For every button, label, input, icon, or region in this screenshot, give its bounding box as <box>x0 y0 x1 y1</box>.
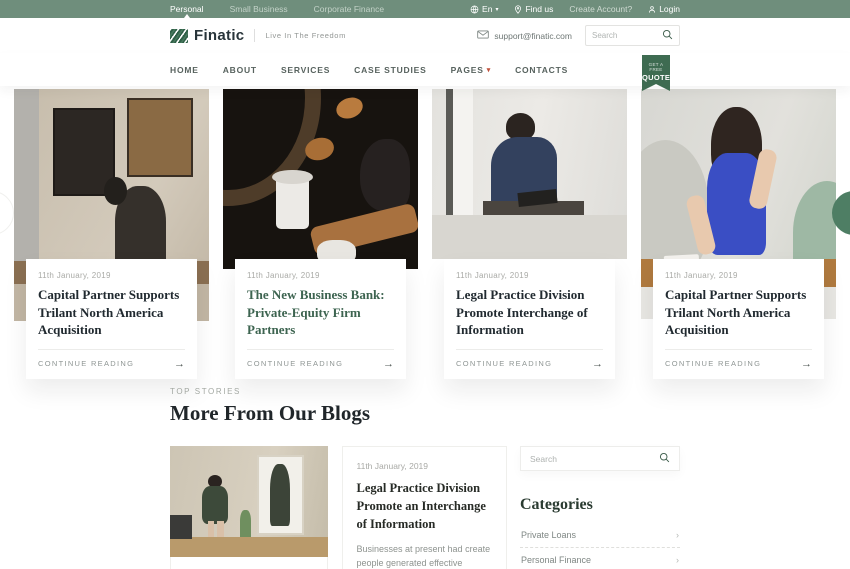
create-account-link[interactable]: Create Account? <box>569 4 632 14</box>
continue-reading-label: CONTINUE READING <box>247 359 344 369</box>
card-image-floating-coffee <box>223 89 418 269</box>
arrow-right-icon: → <box>383 357 394 370</box>
map-pin-icon <box>514 4 522 14</box>
carousel-card[interactable]: 11th January, 2019 Capital Partner Suppo… <box>14 89 209 379</box>
nav-about[interactable]: ABOUT <box>223 65 257 75</box>
category-label: Private Loans <box>521 530 577 540</box>
topbar: Personal Small Business Corporate Financ… <box>0 0 850 18</box>
section-heading: More From Our Blogs <box>170 401 371 425</box>
continue-reading-link[interactable]: CONTINUE READING → <box>456 348 603 379</box>
topbar-tab-small-business[interactable]: Small Business <box>230 0 288 18</box>
blog-image-post[interactable]: 11th January, 2019 <box>170 446 328 569</box>
sidebar-search <box>520 446 680 471</box>
card-image-person-by-window <box>432 89 627 259</box>
arrow-right-icon: → <box>592 357 603 370</box>
featured-carousel: 11th January, 2019 Capital Partner Suppo… <box>0 89 850 379</box>
finatic-logo-icon <box>170 28 188 43</box>
chevron-down-icon: ▾ <box>486 66 492 74</box>
carousel-card[interactable]: 11th January, 2019 The New Business Bank… <box>223 89 418 379</box>
nav-services[interactable]: SERVICES <box>281 65 330 75</box>
nav-pages[interactable]: PAGES ▾ <box>451 65 491 75</box>
get-free-quote-button[interactable]: GET A FREE QUOTE <box>642 55 670 91</box>
continue-reading-label: CONTINUE READING <box>456 359 553 369</box>
brand-tagline: Live In The Freedom <box>265 31 346 40</box>
card-date: 11th January, 2019 <box>665 271 738 280</box>
globe-icon <box>470 5 479 14</box>
topbar-tabs: Personal Small Business Corporate Financ… <box>170 0 410 18</box>
arrow-right-icon: → <box>174 357 185 370</box>
category-private-loans[interactable]: Private Loans › <box>520 523 680 548</box>
topbar-tab-personal[interactable]: Personal <box>170 0 204 18</box>
card-title[interactable]: Capital Partner Supports Trilant North A… <box>38 286 185 339</box>
post-date: 11th January, 2019 <box>356 461 429 471</box>
brand[interactable]: Finatic Live In The Freedom <box>170 27 346 44</box>
header-search-input[interactable] <box>592 31 662 40</box>
card-date: 11th January, 2019 <box>38 271 111 280</box>
divider <box>254 29 256 42</box>
nav-home-label: HOME <box>170 64 199 75</box>
card-title[interactable]: Capital Partner Supports Trilant North A… <box>665 286 812 339</box>
sidebar-search-input[interactable] <box>530 453 659 464</box>
search-icon[interactable] <box>662 27 673 45</box>
support-email-label: support@finatic.com <box>494 30 572 41</box>
carousel-card[interactable]: 11th January, 2019 Capital Partner Suppo… <box>641 89 836 379</box>
chevron-down-icon: ▾ <box>495 6 499 13</box>
header-search <box>585 25 680 46</box>
nav-about-label: ABOUT <box>222 64 257 75</box>
continue-reading-link[interactable]: CONTINUE READING → <box>247 348 394 379</box>
nav-case-studies[interactable]: CASE STUDIES <box>354 65 426 75</box>
category-personal-finance[interactable]: Personal Finance › <box>520 548 680 569</box>
card-date: 11th January, 2019 <box>247 271 320 280</box>
chevron-right-icon: › <box>676 530 679 540</box>
categories-list: Private Loans › Personal Finance › Inves… <box>520 523 680 569</box>
topbar-tab-corporate-finance[interactable]: Corporate Finance <box>314 0 384 18</box>
blog-image-post-card[interactable]: 11th January, 2019 <box>170 557 328 569</box>
card-date: 11th January, 2019 <box>456 271 529 280</box>
header: Finatic Live In The Freedom support@fina… <box>0 18 850 53</box>
nav-case-studies-label: CASE STUDIES <box>354 64 427 75</box>
language-selector[interactable]: En ▾ <box>470 4 498 14</box>
blog-sidebar: Categories Private Loans › Personal Fina… <box>520 446 680 569</box>
login-link[interactable]: Login <box>648 4 680 14</box>
create-account-label: Create Account? <box>569 4 633 14</box>
chevron-right-icon: › <box>676 555 679 565</box>
nav-services-label: SERVICES <box>280 64 331 75</box>
blogs-section: TOP STORIES More From Our Blogs 11th Jan <box>0 387 850 569</box>
user-icon <box>648 5 656 14</box>
find-us-label: Find us <box>525 4 554 14</box>
card-title[interactable]: Legal Practice Division Promote Intercha… <box>456 286 603 339</box>
quote-line2: QUOTE <box>642 73 671 82</box>
carousel-card[interactable]: 11th January, 2019 Legal Practice Divisi… <box>432 89 627 379</box>
main-nav: HOME ABOUT SERVICES CASE STUDIES PAGES ▾… <box>0 53 850 86</box>
card-title[interactable]: The New Business Bank: Private-Equity Fi… <box>247 286 394 339</box>
continue-reading-label: CONTINUE READING <box>665 359 762 369</box>
find-us-link[interactable]: Find us <box>514 4 553 14</box>
section-kicker: TOP STORIES <box>170 387 241 396</box>
nav-home[interactable]: HOME <box>170 65 199 75</box>
blog-image-girl-mirror <box>170 446 328 557</box>
continue-reading-label: CONTINUE READING <box>38 359 135 369</box>
categories-heading: Categories <box>520 496 593 513</box>
nav-contacts[interactable]: CONTACTS <box>515 65 568 75</box>
post-excerpt: Businesses at present had create people … <box>356 544 491 569</box>
topbar-utility: En ▾ Find us Create Account? Login <box>454 0 680 18</box>
continue-reading-link[interactable]: CONTINUE READING → <box>38 348 185 379</box>
nav-pages-label: PAGES <box>450 64 484 75</box>
brand-name: Finatic <box>194 27 245 44</box>
arrow-right-icon: → <box>801 357 812 370</box>
continue-reading-link[interactable]: CONTINUE READING → <box>665 348 812 379</box>
search-icon[interactable] <box>659 450 670 468</box>
nav-contacts-label: CONTACTS <box>515 64 569 75</box>
category-label: Personal Finance <box>521 555 592 565</box>
quote-line1: GET A FREE <box>648 62 664 72</box>
support-email[interactable]: support@finatic.com <box>477 30 572 41</box>
language-label: En <box>482 4 493 14</box>
post-title[interactable]: Legal Practice Division Promote an Inter… <box>357 479 492 533</box>
blog-text-post[interactable]: 11th January, 2019 Legal Practice Divisi… <box>341 446 507 569</box>
envelope-icon <box>477 30 490 41</box>
login-label: Login <box>659 4 680 14</box>
